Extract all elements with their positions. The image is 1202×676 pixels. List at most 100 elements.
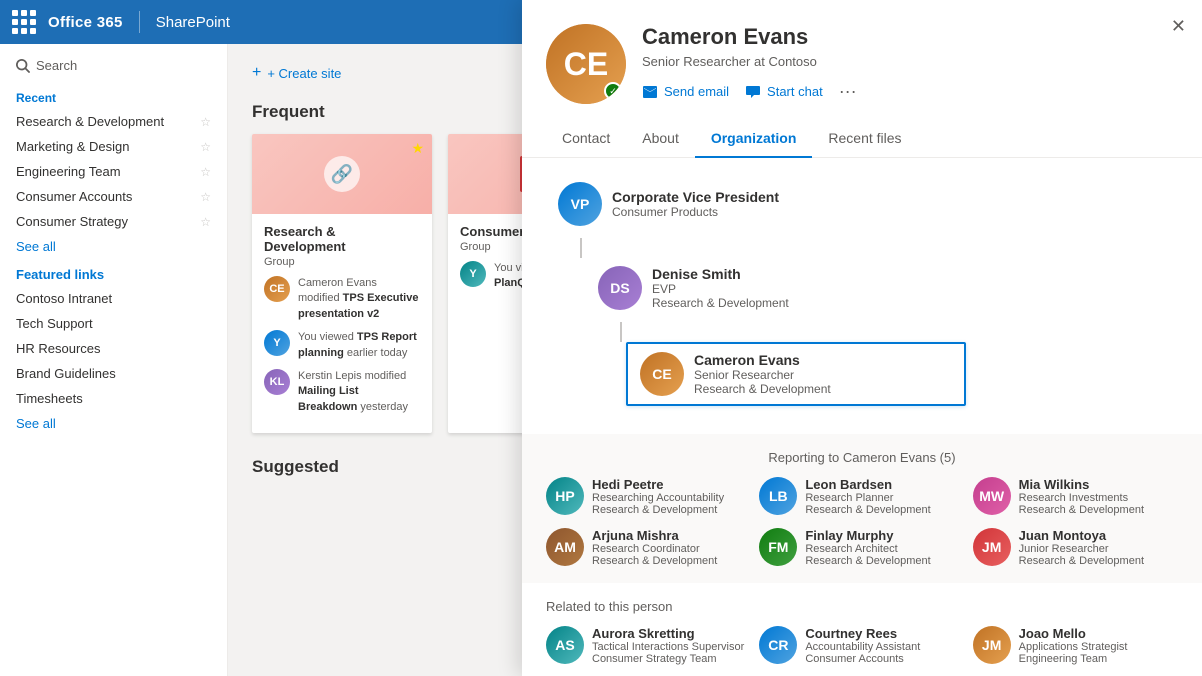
office365-label: Office 365 <box>48 14 123 31</box>
close-button[interactable]: ✕ <box>1167 12 1190 41</box>
report-mia[interactable]: MW Mia Wilkins Research Investments Rese… <box>973 477 1178 516</box>
sidebar-link-contoso[interactable]: Contoso Intranet <box>0 286 227 311</box>
related-label: Related to this person <box>546 599 1178 614</box>
profile-info: Cameron Evans Senior Researcher at Conto… <box>642 24 1178 102</box>
org-cameron-card[interactable]: CE Cameron Evans Senior Researcher Resea… <box>626 342 966 406</box>
start-chat-button[interactable]: Start chat <box>745 84 823 100</box>
org-denise-card[interactable]: DS Denise Smith EVP Research & Developme… <box>586 258 926 318</box>
profile-name: Cameron Evans <box>642 24 1178 50</box>
related-avatar-joao: JM <box>973 626 1011 664</box>
tab-about[interactable]: About <box>626 120 695 158</box>
report-avatar-arjuna: AM <box>546 528 584 566</box>
rd-star[interactable]: ★ <box>411 140 424 157</box>
report-info-leon: Leon Bardsen Research Planner Research &… <box>805 477 930 516</box>
star-icon-ca[interactable]: ☆ <box>200 190 211 204</box>
related-name-courtney: Courtney Rees <box>805 626 920 641</box>
related-section: Related to this person AS Aurora Skretti… <box>522 583 1202 676</box>
related-dept-aurora: Consumer Strategy Team <box>592 653 744 665</box>
org-connector-2 <box>620 322 622 342</box>
related-role-joao: Applications Strategist <box>1019 641 1128 653</box>
see-all-recent[interactable]: See all <box>0 234 227 259</box>
report-info-arjuna: Arjuna Mishra Research Coordinator Resea… <box>592 528 717 567</box>
report-arjuna[interactable]: AM Arjuna Mishra Research Coordinator Re… <box>546 528 751 567</box>
report-avatar-finlay: FM <box>759 528 797 566</box>
more-actions-button[interactable]: ··· <box>839 81 857 102</box>
org-vp-avatar: VP <box>558 182 602 226</box>
rd-card-banner: 🔗 ★ <box>252 134 432 214</box>
report-dept-finlay: Research & Development <box>805 555 930 567</box>
activity-2: Y You viewed TPS Report planning earlier… <box>264 330 420 361</box>
org-vp-name: Corporate Vice President <box>612 189 874 205</box>
report-role-hedi: Researching Accountability <box>592 492 724 504</box>
tab-organization[interactable]: Organization <box>695 120 813 158</box>
create-site-button[interactable]: + + Create site <box>252 64 341 82</box>
star-icon-cs[interactable]: ☆ <box>200 215 211 229</box>
org-denise-dept: Research & Development <box>652 296 914 310</box>
related-joao[interactable]: JM Joao Mello Applications Strategist En… <box>973 626 1178 665</box>
org-chain: VP Corporate Vice President Consumer Pro… <box>546 174 1178 410</box>
profile-avatar: CE <box>546 24 626 104</box>
org-vp-info: Corporate Vice President Consumer Produc… <box>612 189 874 219</box>
see-all-featured[interactable]: See all <box>0 411 227 436</box>
report-name-leon: Leon Bardsen <box>805 477 930 492</box>
send-email-button[interactable]: Send email <box>642 84 729 100</box>
report-dept-leon: Research & Development <box>805 504 930 516</box>
rd-card[interactable]: 🔗 ★ Research & Development Group CE Came… <box>252 134 432 433</box>
related-dept-joao: Engineering Team <box>1019 653 1128 665</box>
report-role-finlay: Research Architect <box>805 543 930 555</box>
app-launcher-button[interactable] <box>12 10 36 34</box>
star-icon-rd[interactable]: ☆ <box>200 115 211 129</box>
avatar-cameron: CE <box>264 276 290 302</box>
report-juan[interactable]: JM Juan Montoya Junior Researcher Resear… <box>973 528 1178 567</box>
star-icon-md[interactable]: ☆ <box>200 140 211 154</box>
avatar-you: Y <box>264 330 290 356</box>
sidebar-link-tech[interactable]: Tech Support <box>0 311 227 336</box>
report-dept-hedi: Research & Development <box>592 504 724 516</box>
related-role-aurora: Tactical Interactions Supervisor <box>592 641 744 653</box>
org-denise-avatar: DS <box>598 266 642 310</box>
related-info-joao: Joao Mello Applications Strategist Engin… <box>1019 626 1128 665</box>
report-info-mia: Mia Wilkins Research Investments Researc… <box>1019 477 1144 516</box>
related-grid: AS Aurora Skretting Tactical Interaction… <box>546 626 1178 676</box>
sidebar-item-rd[interactable]: Research & Development ☆ <box>0 109 227 134</box>
report-role-mia: Research Investments <box>1019 492 1144 504</box>
org-cameron-info: Cameron Evans Senior Researcher Research… <box>694 352 952 396</box>
activity-text-1: Cameron Evans modified TPS Executive pre… <box>298 276 420 322</box>
reports-grid: HP Hedi Peetre Researching Accountabilit… <box>546 477 1178 567</box>
search-bar[interactable]: Search <box>0 52 227 83</box>
profile-header: CE Cameron Evans Senior Researcher at Co… <box>522 0 1202 120</box>
report-leon[interactable]: LB Leon Bardsen Research Planner Researc… <box>759 477 964 516</box>
rd-banner-icon: 🔗 <box>324 156 360 192</box>
search-label: Search <box>36 58 77 73</box>
org-cameron-wrap: CE Cameron Evans Senior Researcher Resea… <box>626 342 966 410</box>
report-hedi[interactable]: HP Hedi Peetre Researching Accountabilit… <box>546 477 751 516</box>
tab-contact[interactable]: Contact <box>546 120 626 158</box>
report-name-juan: Juan Montoya <box>1019 528 1144 543</box>
profile-tabs: Contact About Organization Recent files <box>522 120 1202 158</box>
related-courtney[interactable]: CR Courtney Rees Accountability Assistan… <box>759 626 964 665</box>
report-role-leon: Research Planner <box>805 492 930 504</box>
recent-section-label: Recent <box>0 83 227 109</box>
sidebar-item-cs[interactable]: Consumer Strategy ☆ <box>0 209 227 234</box>
report-name-mia: Mia Wilkins <box>1019 477 1144 492</box>
sidebar-item-md[interactable]: Marketing & Design ☆ <box>0 134 227 159</box>
sidebar-item-et[interactable]: Engineering Team ☆ <box>0 159 227 184</box>
sidebar-link-brand[interactable]: Brand Guidelines <box>0 361 227 386</box>
profile-panel: CE Cameron Evans Senior Researcher at Co… <box>522 0 1202 676</box>
report-finlay[interactable]: FM Finlay Murphy Research Architect Rese… <box>759 528 964 567</box>
report-dept-arjuna: Research & Development <box>592 555 717 567</box>
activity-text-3: Kerstin Lepis modified Mailing List Brea… <box>298 369 420 415</box>
tab-recent-files[interactable]: Recent files <box>812 120 917 158</box>
report-avatar-leon: LB <box>759 477 797 515</box>
sharepoint-label: SharePoint <box>156 14 230 31</box>
featured-links-label: Featured links <box>0 259 227 286</box>
related-aurora[interactable]: AS Aurora Skretting Tactical Interaction… <box>546 626 751 665</box>
org-vp-card[interactable]: VP Corporate Vice President Consumer Pro… <box>546 174 886 234</box>
related-avatar-aurora: AS <box>546 626 584 664</box>
sidebar-link-hr[interactable]: HR Resources <box>0 336 227 361</box>
sidebar-link-timesheets[interactable]: Timesheets <box>0 386 227 411</box>
star-icon-et[interactable]: ☆ <box>200 165 211 179</box>
search-icon <box>16 59 30 73</box>
sidebar-item-ca[interactable]: Consumer Accounts ☆ <box>0 184 227 209</box>
org-cameron-name: Cameron Evans <box>694 352 952 368</box>
